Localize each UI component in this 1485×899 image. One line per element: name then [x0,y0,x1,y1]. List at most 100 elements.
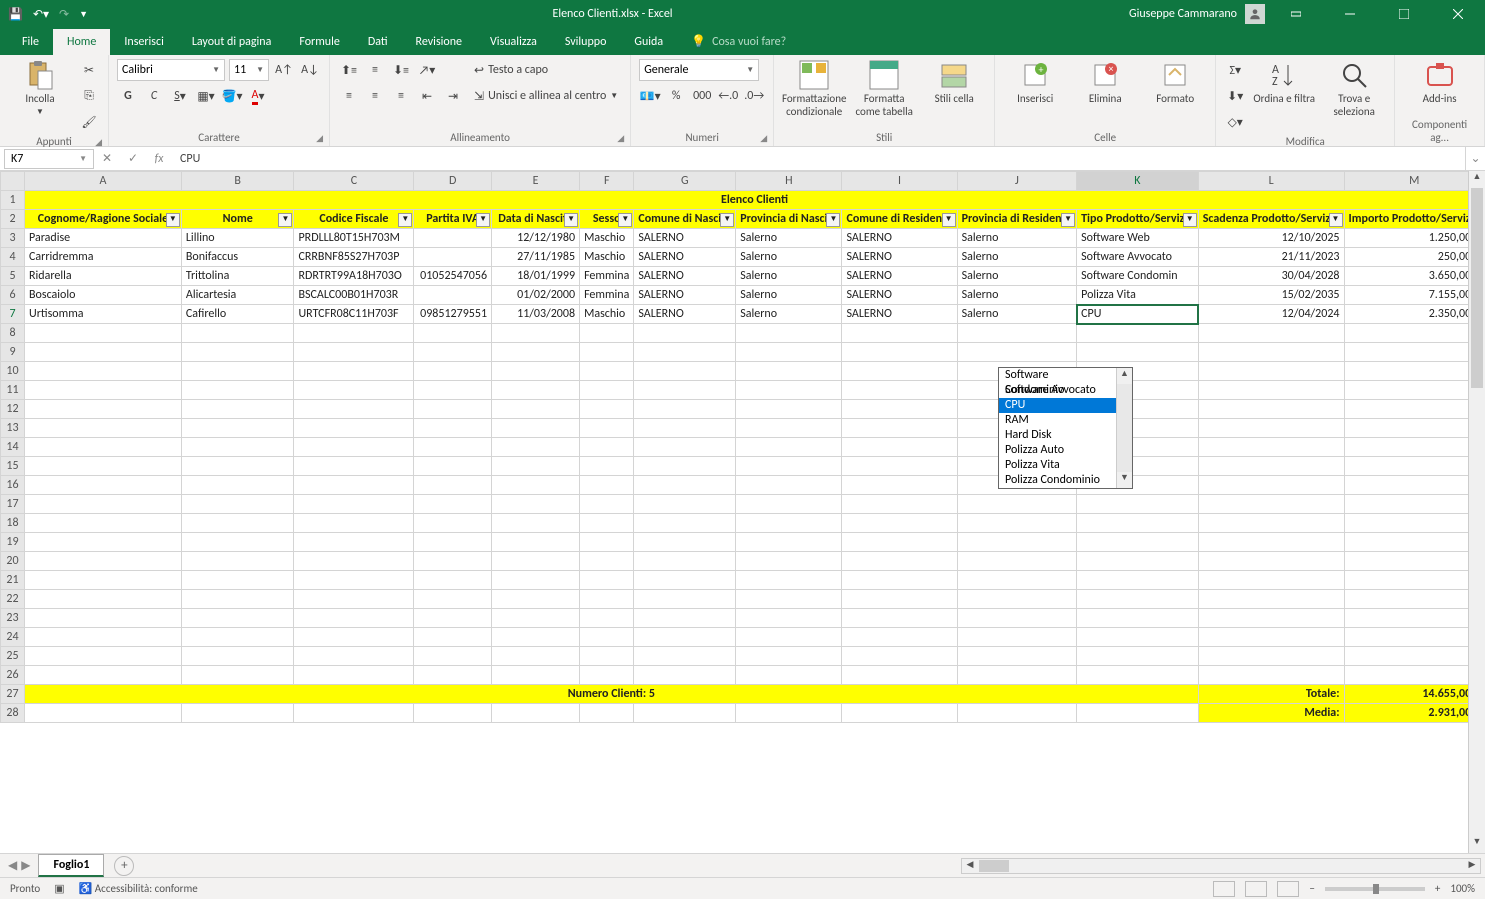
data-cell[interactable]: Carridremma [25,248,182,267]
row-header[interactable]: 25 [1,647,25,666]
cut-icon[interactable]: ✂ [78,59,100,81]
data-cell[interactable]: Bonifaccus [181,248,294,267]
data-cell[interactable]: Software Avvocato [1077,248,1199,267]
data-cell[interactable]: Trittolina [181,267,294,286]
data-cell[interactable]: 250,00 € [1344,248,1484,267]
data-cell[interactable]: Boscaiolo [25,286,182,305]
empty-cell[interactable] [580,628,634,647]
empty-cell[interactable] [181,419,294,438]
empty-cell[interactable] [492,419,580,438]
empty-cell[interactable] [294,571,414,590]
row-header[interactable]: 22 [1,590,25,609]
data-cell[interactable]: Maschio [580,305,634,324]
empty-cell[interactable] [634,571,736,590]
empty-cell[interactable] [634,552,736,571]
tab-help[interactable]: Guida [620,29,677,55]
empty-cell[interactable] [1198,571,1344,590]
empty-cell[interactable] [842,609,957,628]
empty-cell[interactable] [181,647,294,666]
row-header[interactable]: 6 [1,286,25,305]
count-cell[interactable]: Numero Clienti: 5 [25,685,1199,704]
empty-cell[interactable] [634,704,736,723]
redo-icon[interactable]: ↷ [59,7,69,22]
empty-cell[interactable] [842,438,957,457]
zoom-level[interactable]: 100% [1450,882,1475,895]
column-header-cell[interactable]: Comune di Residenza▼ [842,210,957,229]
empty-cell[interactable] [294,666,414,685]
column-header-cell[interactable]: Nome▼ [181,210,294,229]
empty-cell[interactable] [492,495,580,514]
dropdown-item[interactable]: CPU [999,398,1116,413]
row-header[interactable]: 13 [1,419,25,438]
empty-cell[interactable] [1198,609,1344,628]
empty-cell[interactable] [1198,514,1344,533]
column-header[interactable]: M [1344,172,1484,191]
cancel-icon[interactable]: ✕ [94,151,120,166]
empty-cell[interactable] [294,362,414,381]
empty-cell[interactable] [1344,609,1484,628]
empty-cell[interactable] [957,571,1077,590]
column-header[interactable]: L [1198,172,1344,191]
empty-cell[interactable] [492,362,580,381]
empty-cell[interactable] [25,324,182,343]
empty-cell[interactable] [842,704,957,723]
empty-cell[interactable] [25,476,182,495]
empty-cell[interactable] [294,533,414,552]
empty-cell[interactable] [1077,495,1199,514]
accessibility-status[interactable]: ♿ Accessibilità: conforme [79,882,198,895]
filter-button[interactable]: ▼ [720,213,734,227]
filter-button[interactable]: ▼ [166,213,180,227]
empty-cell[interactable] [492,343,580,362]
decrease-decimal-icon[interactable]: .0→ [743,85,765,107]
column-header-cell[interactable]: Codice Fiscale▼ [294,210,414,229]
empty-cell[interactable] [414,704,492,723]
empty-cell[interactable] [842,343,957,362]
empty-cell[interactable] [25,533,182,552]
empty-cell[interactable] [842,666,957,685]
empty-cell[interactable] [1198,324,1344,343]
data-cell[interactable]: Salerno [736,286,842,305]
formula-input[interactable]: CPU [172,152,1465,166]
empty-cell[interactable] [492,476,580,495]
copy-icon[interactable]: ⎘ [78,85,100,107]
empty-cell[interactable] [1077,704,1199,723]
empty-cell[interactable] [736,590,842,609]
row-header[interactable]: 26 [1,666,25,685]
media-label-cell[interactable]: Media: [1198,704,1344,723]
empty-cell[interactable] [25,495,182,514]
empty-cell[interactable] [1077,552,1199,571]
launcher-icon[interactable]: ◢ [617,133,624,144]
empty-cell[interactable] [1198,647,1344,666]
empty-cell[interactable] [634,438,736,457]
empty-cell[interactable] [634,324,736,343]
page-layout-view-icon[interactable] [1245,881,1267,897]
row-header[interactable]: 19 [1,533,25,552]
empty-cell[interactable] [736,571,842,590]
empty-cell[interactable] [181,362,294,381]
empty-cell[interactable] [1198,476,1344,495]
empty-cell[interactable] [580,343,634,362]
empty-cell[interactable] [634,666,736,685]
empty-cell[interactable] [736,438,842,457]
empty-cell[interactable] [414,324,492,343]
empty-cell[interactable] [580,419,634,438]
data-cell[interactable] [414,248,492,267]
empty-cell[interactable] [736,457,842,476]
merge-center-button[interactable]: ⇲Unisci e allinea al centro▼ [470,85,622,107]
dropdown-item[interactable]: RAM [999,413,1116,428]
empty-cell[interactable] [181,495,294,514]
empty-cell[interactable] [1077,514,1199,533]
save-icon[interactable]: 💾 [8,7,23,22]
data-cell[interactable]: Salerno [736,248,842,267]
row-header[interactable]: 12 [1,400,25,419]
name-box[interactable]: K7▼ [4,149,94,169]
empty-cell[interactable] [1344,476,1484,495]
font-size-select[interactable]: 11▼ [229,59,269,81]
row-header[interactable]: 11 [1,381,25,400]
column-header[interactable]: C [294,172,414,191]
undo-icon[interactable]: ↶▾ [33,7,49,22]
empty-cell[interactable] [414,590,492,609]
row-header[interactable]: 16 [1,476,25,495]
data-cell[interactable]: CRRBNF85S27H703P [294,248,414,267]
empty-cell[interactable] [1198,343,1344,362]
